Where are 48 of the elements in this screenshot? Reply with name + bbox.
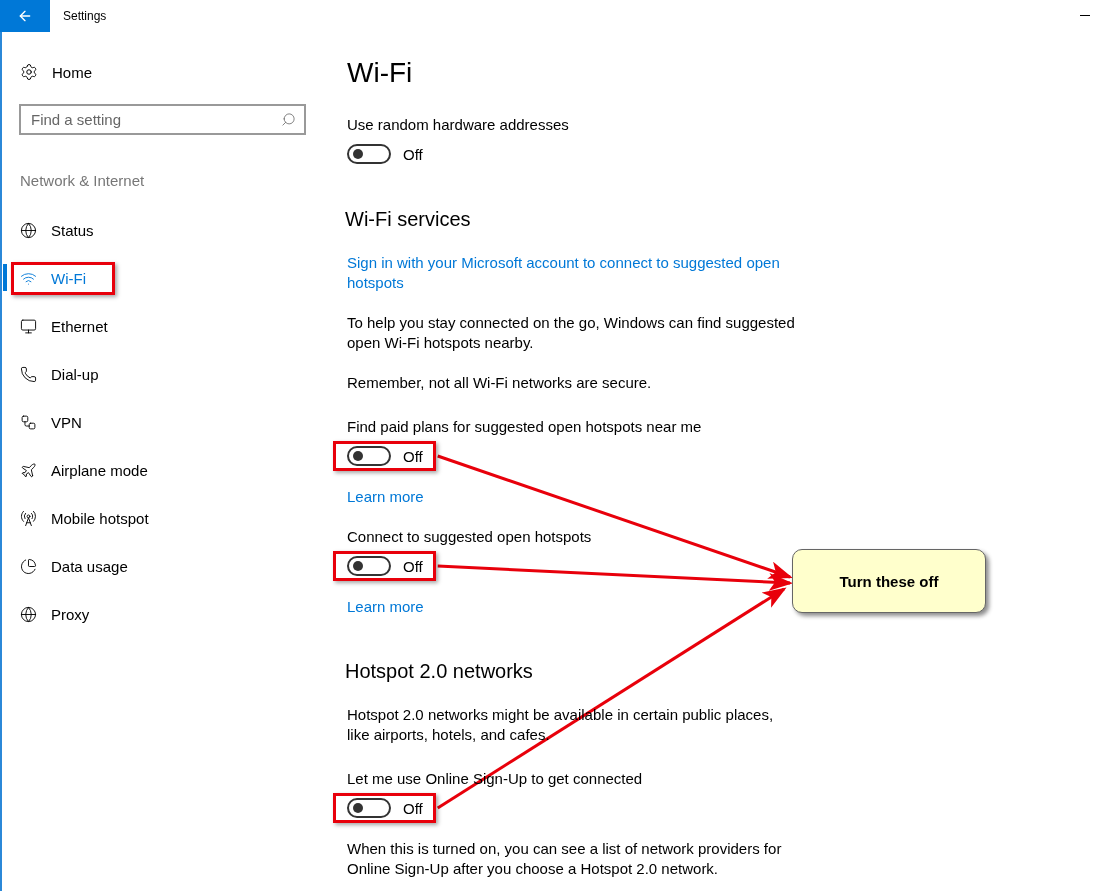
sidebar-item[interactable]: Airplane mode	[51, 461, 148, 479]
section-heading: Hotspot 2.0 networks	[345, 659, 533, 684]
sidebar-item[interactable]: Ethernet	[51, 317, 108, 335]
toggle-switch[interactable]	[347, 144, 391, 164]
toggle-switch[interactable]	[347, 556, 391, 576]
airplane-icon	[20, 461, 37, 479]
section-label: Network & Internet	[20, 172, 146, 189]
globe-icon	[20, 221, 37, 239]
minimize-icon[interactable]	[1080, 15, 1090, 17]
sidebar-item[interactable]: Mobile hotspot	[51, 509, 149, 527]
link-icon	[20, 413, 37, 431]
monitor-icon	[20, 317, 37, 335]
home-link[interactable]: Home	[52, 63, 92, 81]
sidebar-item[interactable]: Data usage	[51, 557, 128, 575]
description-text: When this is turned on, you can see a list of network providers for Online Sign-Up after you choose a Hotspot 2.0 network.	[347, 839, 783, 879]
search-field[interactable]: Find a setting	[19, 104, 306, 135]
sidebar-item[interactable]: VPN	[51, 413, 82, 431]
page-title: Wi-Fi	[347, 56, 413, 90]
gear-icon	[20, 63, 38, 81]
sidebar-item[interactable]: Wi-Fi	[51, 269, 86, 287]
toggle-state: Off	[403, 557, 423, 575]
link[interactable]: Learn more	[347, 487, 424, 507]
back-button[interactable]	[0, 0, 50, 32]
selection-bar	[3, 264, 7, 291]
description-text: Remember, not all Wi-Fi networks are secure.	[347, 373, 652, 393]
toggle-switch[interactable]	[347, 446, 391, 466]
toggle-switch[interactable]	[347, 798, 391, 818]
setting-label: Use random hardware addresses	[347, 115, 569, 135]
phone-icon	[20, 365, 37, 383]
toggle-state: Off	[403, 447, 423, 465]
globe-icon	[20, 605, 37, 623]
section-heading: Wi-Fi services	[345, 207, 471, 232]
toggle-state: Off	[403, 799, 423, 817]
pie-chart-icon	[20, 557, 37, 575]
antenna-icon	[20, 509, 37, 527]
sidebar-item[interactable]: Proxy	[51, 605, 90, 623]
setting-label: Connect to suggested open hotspots	[347, 527, 592, 547]
sidebar-item[interactable]: Dial-up	[51, 365, 99, 383]
description-text: To help you stay connected on the go, Windows can find suggested open Wi-Fi hotspots nearby.	[347, 313, 796, 353]
back-arrow-icon	[17, 8, 33, 24]
toggle-state: Off	[403, 145, 423, 163]
window-title: Settings	[63, 9, 108, 23]
link[interactable]: Learn more	[347, 597, 424, 617]
link[interactable]: Sign in with your Microsoft account to connect to suggested open hotspots	[347, 253, 797, 293]
callout-note: Turn these off	[792, 549, 986, 613]
setting-label: Find paid plans for suggested open hotspots near me	[347, 417, 702, 437]
search-icon	[281, 112, 296, 127]
sidebar-item[interactable]: Status	[51, 221, 94, 239]
